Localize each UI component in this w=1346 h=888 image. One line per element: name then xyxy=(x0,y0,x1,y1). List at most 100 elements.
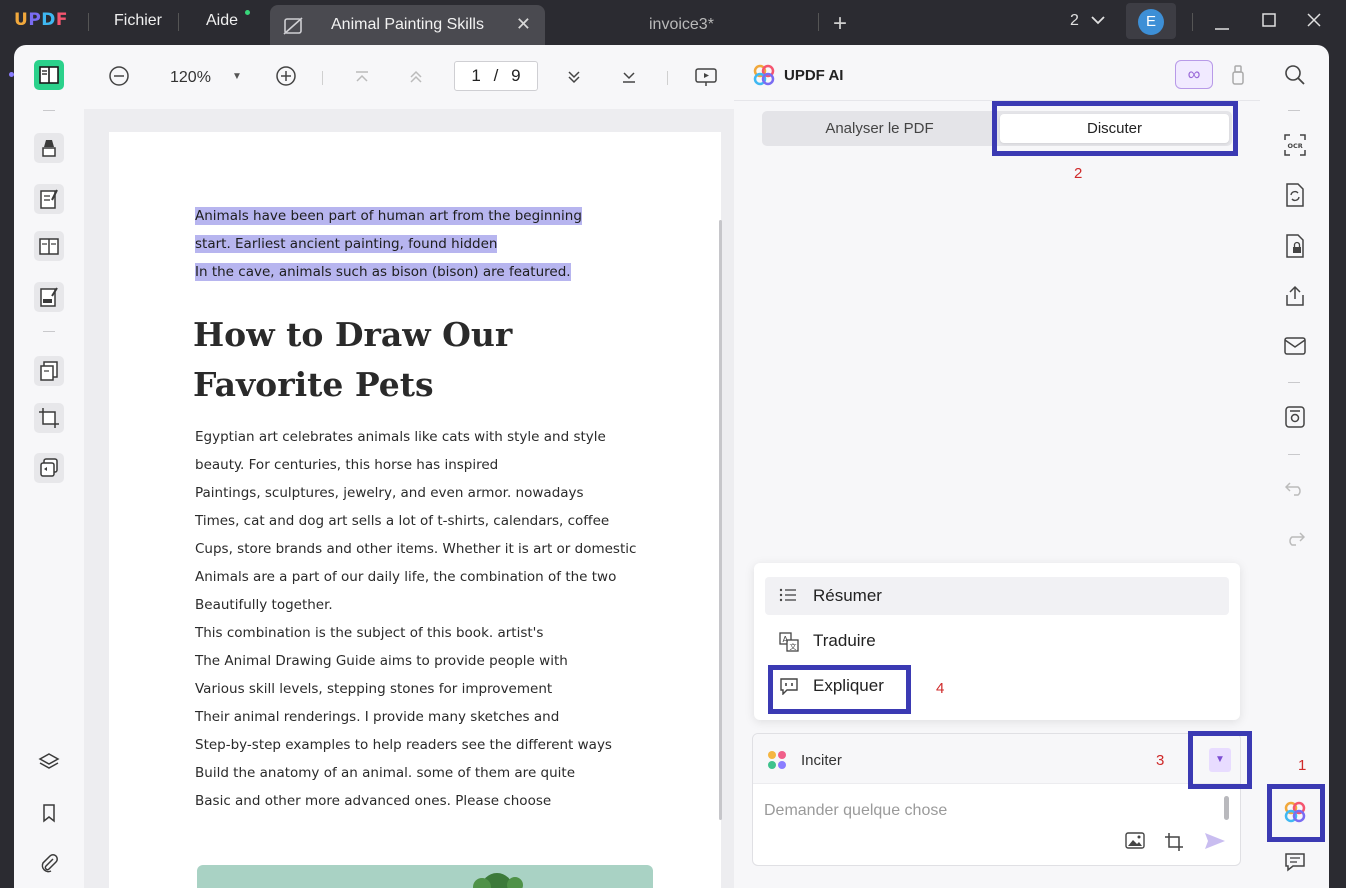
send-button[interactable] xyxy=(1204,831,1226,856)
input-scrollbar[interactable] xyxy=(1224,796,1229,820)
new-tab-button[interactable]: + xyxy=(833,10,847,38)
prompt-menu-item-traduire[interactable]: A文 Traduire xyxy=(765,622,1229,660)
first-page-button[interactable] xyxy=(354,70,370,89)
divider xyxy=(1288,382,1300,383)
attachments-button[interactable] xyxy=(34,848,64,878)
document-scrollbar[interactable] xyxy=(719,220,722,820)
text-line: This combination is the subject of this … xyxy=(195,625,544,641)
divider xyxy=(1288,110,1300,111)
share-button[interactable] xyxy=(1282,283,1308,309)
tab-analyser-le-pdf[interactable]: Analyser le PDF xyxy=(762,111,997,146)
ai-panel-header: UPDF AI ∞ xyxy=(734,45,1260,101)
annotation-box-prompt-dropdown xyxy=(1188,731,1252,789)
zoom-level[interactable]: 120% xyxy=(170,69,211,87)
unlimited-plan-button[interactable]: ∞ xyxy=(1175,60,1213,89)
document-edit-icon xyxy=(282,15,306,42)
divider xyxy=(322,71,323,85)
crop-pages-button[interactable] xyxy=(34,403,64,433)
first-page-icon xyxy=(356,71,368,82)
svg-text:OCR: OCR xyxy=(1288,142,1303,150)
slideshow-button[interactable] xyxy=(695,67,717,92)
save-button[interactable] xyxy=(1282,404,1308,430)
text-line: Paintings, sculptures, jewelry, and even… xyxy=(195,485,584,501)
zoom-out-button[interactable] xyxy=(108,65,130,92)
insert-image-button[interactable] xyxy=(1125,832,1145,855)
comment-tool-button[interactable] xyxy=(34,133,64,163)
heading-line: How to Draw Our xyxy=(193,315,513,354)
prompt-selector[interactable]: Inciter ▼ xyxy=(753,734,1240,784)
zoom-dropdown-icon[interactable]: ▼ xyxy=(232,71,242,82)
divider xyxy=(1192,13,1193,31)
prompt-menu-item-resumer[interactable]: Résumer xyxy=(765,577,1229,615)
ocr-button[interactable]: OCR xyxy=(1282,132,1308,158)
close-window-button[interactable] xyxy=(1307,13,1321,32)
bookmarks-button[interactable] xyxy=(34,798,64,828)
send-icon xyxy=(1205,833,1225,849)
tab-invoice3[interactable]: invoice3* xyxy=(649,16,714,34)
undo-button[interactable] xyxy=(1282,475,1308,501)
account-button[interactable]: E xyxy=(1126,3,1176,39)
lock-file-icon xyxy=(1286,234,1304,258)
search-button[interactable] xyxy=(1282,62,1308,88)
divider xyxy=(667,71,668,85)
convert-button[interactable] xyxy=(34,356,64,386)
protect-button[interactable] xyxy=(1282,233,1308,259)
email-button[interactable] xyxy=(1282,333,1308,359)
batch-tool-button[interactable] xyxy=(34,453,64,483)
divider xyxy=(178,13,179,31)
edit-pdf-button[interactable] xyxy=(34,184,64,214)
menu-fichier[interactable]: Fichier xyxy=(114,12,162,30)
maximize-button[interactable] xyxy=(1262,13,1276,32)
comments-list-button[interactable] xyxy=(1282,849,1308,875)
clear-chat-icon[interactable] xyxy=(1230,64,1246,91)
menu-aide[interactable]: Aide xyxy=(206,12,238,30)
highlighted-text-line[interactable]: Animals have been part of human art from… xyxy=(195,207,582,225)
convert-pdf-button[interactable] xyxy=(1282,182,1308,208)
page-heading: How to Draw Our Favorite Pets xyxy=(193,310,512,410)
ask-input[interactable] xyxy=(764,802,1204,820)
highlighted-text-line[interactable]: In the cave, animals such as bison (biso… xyxy=(195,263,571,281)
pdf-page: Animals have been part of human art from… xyxy=(109,132,721,888)
zoom-in-button[interactable] xyxy=(275,65,297,92)
copy-pages-icon xyxy=(40,361,58,381)
updf-logo: UPDF xyxy=(14,10,69,30)
divider xyxy=(818,13,819,31)
page-number-field[interactable]: 1 / 9 xyxy=(454,61,538,91)
last-page-button[interactable] xyxy=(621,70,637,89)
page-organize-button[interactable] xyxy=(34,231,64,261)
text-line: Various skill levels, stepping stones fo… xyxy=(195,681,553,697)
minimize-button[interactable] xyxy=(1215,18,1229,36)
left-toolbar xyxy=(14,45,84,888)
divider xyxy=(43,331,55,332)
window-count-dropdown[interactable]: 2 xyxy=(1070,12,1105,30)
window-edge xyxy=(1329,45,1346,888)
menu-item-label: Traduire xyxy=(813,631,876,650)
window-count: 2 xyxy=(1070,12,1079,29)
body-paragraph: Egyptian art celebrates animals like cat… xyxy=(195,423,636,815)
layers-button[interactable] xyxy=(34,747,64,777)
text-line: The Animal Drawing Guide aims to provide… xyxy=(195,653,568,669)
next-page-button[interactable] xyxy=(566,70,582,89)
comment-icon xyxy=(1285,853,1305,872)
search-icon xyxy=(1285,65,1305,85)
crop-icon xyxy=(39,408,59,428)
zoom-in-icon xyxy=(276,66,296,86)
right-toolbar: OCR xyxy=(1260,45,1329,888)
close-tab-icon[interactable]: ✕ xyxy=(516,14,531,35)
reader-mode-button[interactable] xyxy=(34,60,64,90)
previous-page-button[interactable] xyxy=(408,70,424,89)
text-line: Build the anatomy of an animal. some of … xyxy=(195,765,576,781)
updf-ai-logo-icon xyxy=(752,63,776,92)
redo-button[interactable] xyxy=(1282,525,1308,551)
highlighted-text-line[interactable]: start. Earliest ancient painting, found … xyxy=(195,235,498,253)
tab-animal-painting-skills[interactable]: Animal Painting Skills ✕ xyxy=(270,5,545,45)
tree-illustration xyxy=(473,873,523,888)
ai-assistant-panel: UPDF AI ∞ Analyser le PDF Discuter Résum… xyxy=(734,45,1260,888)
screenshot-button[interactable] xyxy=(1164,832,1184,857)
divider xyxy=(1288,454,1300,455)
ai-panel-title: UPDF AI xyxy=(784,67,844,84)
annotation-box-ai-button xyxy=(1267,784,1325,842)
form-tool-button[interactable] xyxy=(34,282,64,312)
tab-title: Animal Painting Skills xyxy=(331,16,484,33)
text-line: Times, cat and dog art sells a lot of t-… xyxy=(195,513,610,529)
